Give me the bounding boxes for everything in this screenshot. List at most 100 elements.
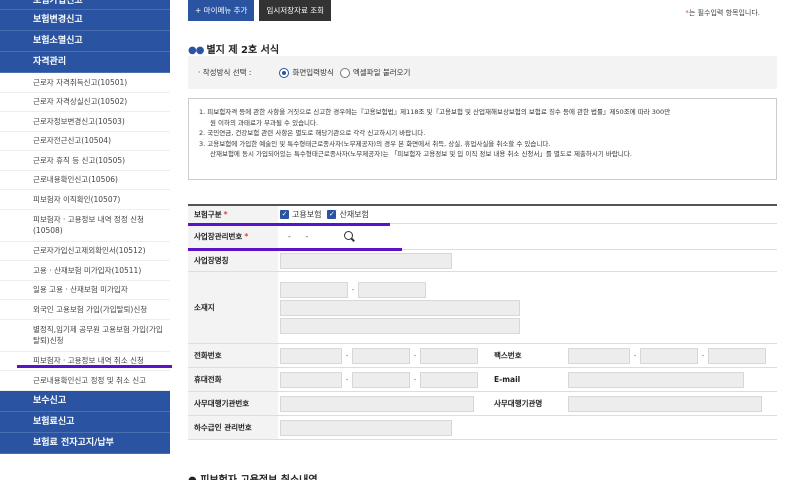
search-icon[interactable]	[344, 231, 355, 242]
main-content: + 마이메뉴 추가 임시저장자료 조회 *는 필수입력 항목입니다. ●● 별지 …	[170, 0, 800, 480]
sidebar-category-qualification[interactable]: 자격관리	[0, 52, 170, 73]
row-phone-fax: 전화번호 - - 팩스번호 - -	[188, 344, 777, 368]
address-label: 소재지	[188, 272, 278, 343]
mobile-input-1[interactable]	[280, 371, 342, 388]
insurance-type-options: ✓ 고용보험 ✓ 산재보험	[278, 206, 777, 223]
fax-input-1[interactable]	[568, 347, 630, 364]
annotation-underline	[188, 223, 390, 226]
notice-line: 원 이하의 과태료가 부과될 수 있습니다.	[210, 118, 319, 127]
radio-excel-upload-label[interactable]: 엑셀파일 불러오기	[353, 67, 411, 78]
row-agent: 사무대행기관번호 사무대행기관명	[188, 392, 777, 416]
row-subcontractor: 하수급인 관리번호	[188, 416, 777, 440]
phone-input-1[interactable]	[280, 347, 342, 364]
sidebar-item[interactable]: 근로자 휴직 등 신고(10505)	[0, 151, 170, 171]
sidebar-item[interactable]: 근로내용확인신고 정정 및 취소 신고	[0, 371, 170, 391]
business-number-input[interactable]: - -	[288, 232, 314, 241]
sidebar-category-insurance-change[interactable]: 보험변경신고	[0, 10, 170, 31]
agent-name-label: 사무대행기관명	[486, 392, 566, 415]
agent-number-input[interactable]	[280, 395, 474, 412]
industrial-insurance-checkbox-label[interactable]: 산재보험	[339, 209, 368, 220]
row-mobile-email: 휴대전화 - - E-mail	[188, 368, 777, 392]
phone-label: 전화번호	[188, 344, 278, 367]
radio-screen-input[interactable]	[279, 67, 290, 78]
sidebar-category-e-billing[interactable]: 보험료 전자고지/납부	[0, 432, 170, 454]
required-note-text: 는 필수입력 항목입니다.	[688, 9, 760, 17]
section-title-text: 별지 제 2호 서식	[206, 45, 280, 56]
phone-input-2[interactable]	[352, 347, 410, 364]
sidebar-category-insurance-join[interactable]: 보험가입신고	[0, 0, 170, 10]
sidebar-item[interactable]: 일용 고용 · 산재보험 미가입자	[0, 281, 170, 300]
check-icon[interactable]: ✓	[280, 210, 289, 219]
business-number-label: 사업장관리번호 *	[188, 224, 278, 249]
phone-input-3[interactable]	[420, 347, 478, 364]
dash: -	[351, 285, 355, 294]
mobile-input-3[interactable]	[420, 371, 478, 388]
sidebar-item[interactable]: 외국인 고용보험 가입(가입탈퇴)신청	[0, 300, 170, 320]
cancel-history-title: ● 피보험자 고용정보 취소내역	[188, 471, 318, 480]
section-title: ●● 별지 제 2호 서식	[188, 41, 279, 56]
agent-name-input[interactable]	[568, 395, 762, 412]
sidebar-item[interactable]: 근로자 자격취득신고(10501)	[0, 73, 170, 93]
sidebar-item[interactable]: 별정직,임기제 공무원 고용보험 가입(가입탈퇴)신청	[0, 320, 170, 352]
sidebar: 보험가입신고 보험변경신고 보험소멸신고 자격관리 근로자 자격취득신고(105…	[0, 0, 172, 480]
employer-info-form: 보험구분 * ✓ 고용보험 ✓ 산재보험 사업장관리번호 * - - 사업장명칭 소…	[188, 204, 777, 440]
subcontractor-number-label: 하수급인 관리번호	[188, 416, 278, 439]
sidebar-category-premium-report[interactable]: 보험료신고	[0, 411, 170, 433]
email-label: E-mail	[486, 368, 566, 391]
notice-line: 1. 피보험자격 등에 관한 사항을 거짓으로 신고한 경우에는『고용보험법』제…	[199, 108, 671, 116]
mobile-label: 휴대전화	[188, 368, 278, 391]
agent-number-label: 사무대행기관번호	[188, 392, 278, 415]
input-method-selector: · 작성방식 선택 : 화면입력방식 엑셀파일 불러오기	[188, 56, 777, 89]
required-star: *	[244, 232, 249, 241]
address-line-1[interactable]	[280, 299, 520, 316]
row-business-name: 사업장명칭	[188, 250, 777, 272]
radio-screen-input-label[interactable]: 화면입력방식	[292, 67, 333, 78]
zipcode-group: -	[280, 281, 426, 298]
notice-line: 3. 고용보험에 가입한 예술인 및 특수형태근로종사자(노무제공자)의 경우 …	[199, 139, 551, 148]
sidebar-item[interactable]: 근로자정보변경신고(10503)	[0, 112, 170, 132]
annotation-underline	[188, 248, 402, 251]
sidebar-category-wage-report[interactable]: 보수신고	[0, 390, 170, 412]
fax-input-3[interactable]	[708, 347, 766, 364]
insurance-type-label-text: 보험구분	[194, 210, 222, 219]
business-name-label: 사업장명칭	[188, 250, 278, 271]
method-label: · 작성방식 선택 :	[198, 68, 252, 77]
sidebar-item[interactable]: 근로자가입신고제외확인서(10512)	[0, 242, 170, 261]
zipcode-input-1[interactable]	[280, 281, 348, 298]
insurance-type-label: 보험구분 *	[188, 206, 278, 223]
notice-box: 1. 피보험자격 등에 관한 사항을 거짓으로 신고한 경우에는『고용보험법』제…	[188, 98, 777, 180]
fax-input-2[interactable]	[640, 347, 698, 364]
check-icon[interactable]: ✓	[327, 210, 337, 219]
sidebar-item[interactable]: 고용 · 산재보험 미가입자(10511)	[0, 261, 170, 281]
required-star: *	[223, 210, 228, 219]
fax-label: 팩스번호	[486, 344, 566, 367]
dash: -	[413, 375, 417, 384]
row-address: 소재지 -	[188, 272, 777, 344]
business-number-field: - -	[278, 224, 777, 249]
temp-saved-lookup-button[interactable]: 임시저장자료 조회	[259, 0, 332, 21]
dash: -	[701, 351, 705, 360]
dash: -	[633, 351, 637, 360]
sidebar-item[interactable]: 근로내용확인신고(10506)	[0, 171, 170, 190]
subcontractor-number-input[interactable]	[280, 419, 452, 436]
email-input[interactable]	[568, 371, 744, 388]
radio-excel-upload[interactable]	[339, 67, 350, 78]
sidebar-category-insurance-termination[interactable]: 보험소멸신고	[0, 31, 170, 52]
notice-line: 산재보험에 동시 가입되어있는 특수형태근로종사자(노무제공자)는 「피보험자 …	[210, 150, 632, 158]
add-my-menu-button[interactable]: + 마이메뉴 추가	[188, 0, 255, 21]
mobile-input-2[interactable]	[352, 371, 410, 388]
bullet-dots: ●●	[188, 45, 204, 56]
employment-insurance-checkbox-label[interactable]: 고용보험	[292, 209, 321, 220]
sidebar-item[interactable]: 근로자 자격상실신고(10502)	[0, 93, 170, 112]
dash: -	[345, 375, 349, 384]
address-line-2[interactable]	[280, 317, 520, 334]
sidebar-item[interactable]: 피보험자 이직확인(10507)	[0, 190, 170, 210]
zipcode-input-2[interactable]	[358, 281, 426, 298]
required-note: *는 필수입력 항목입니다.	[685, 8, 760, 18]
sidebar-item-active[interactable]: 피보험자 · 고용정보 내역 취소 신청	[0, 352, 172, 371]
sidebar-item[interactable]: 피보험자 · 고용정보 내역 정정 신청(10508)	[0, 210, 170, 242]
sidebar-item[interactable]: 근로자전근신고(10504)	[0, 132, 170, 151]
business-name-input[interactable]	[280, 252, 452, 269]
toolbar: + 마이메뉴 추가 임시저장자료 조회	[188, 0, 332, 21]
dash: -	[413, 351, 417, 360]
